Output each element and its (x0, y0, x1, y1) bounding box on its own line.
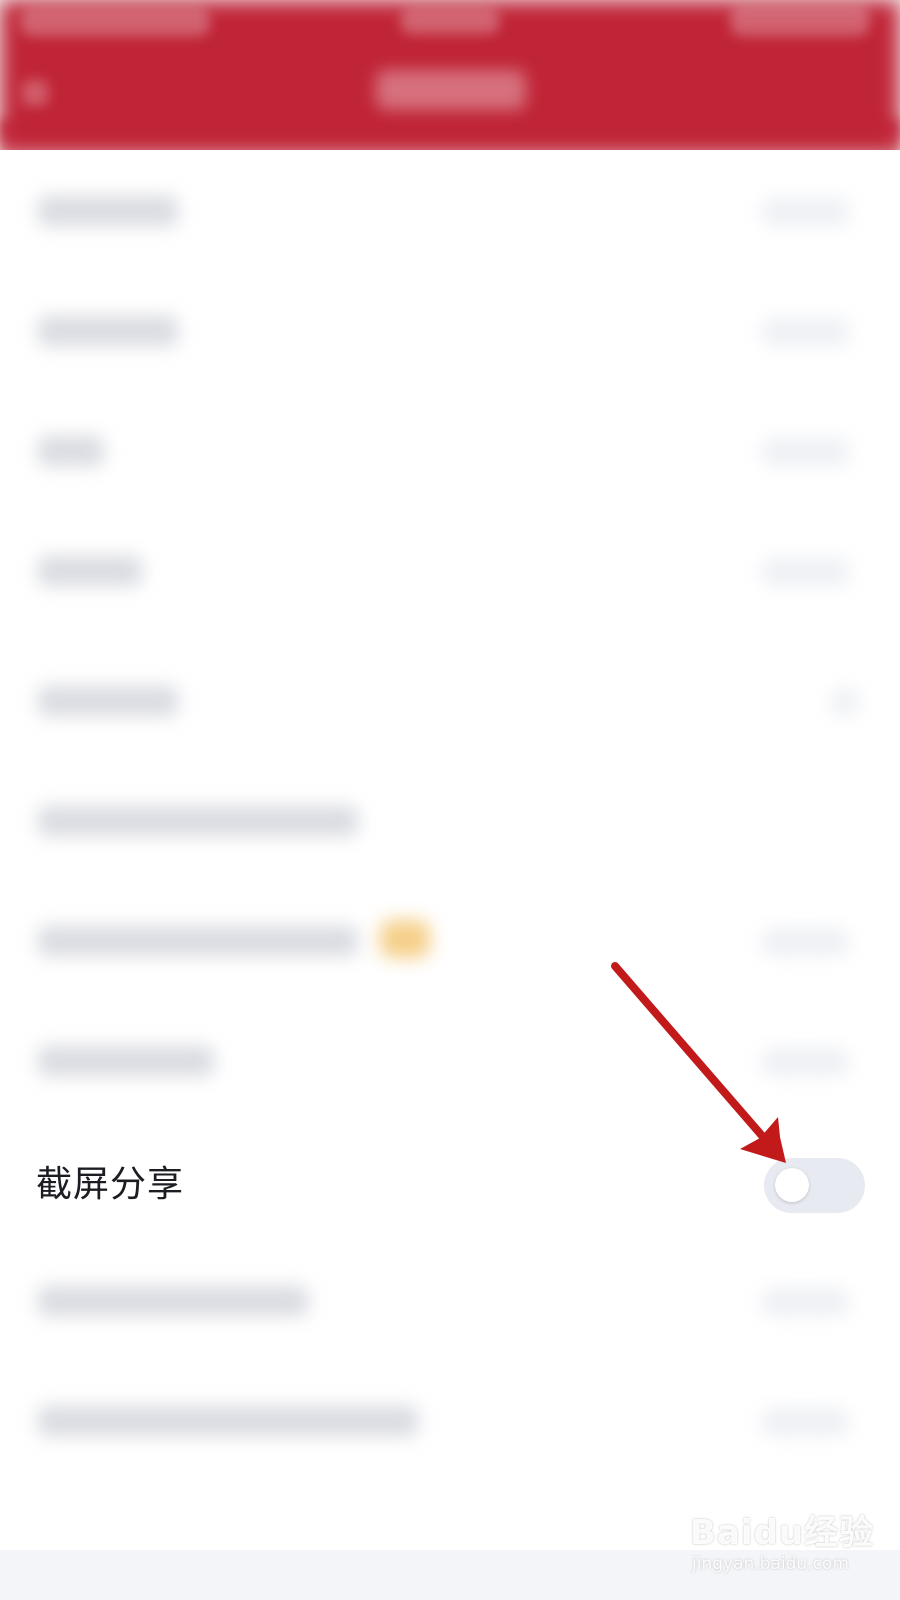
row-label-blurred (38, 556, 142, 586)
settings-row-blurred[interactable] (0, 1240, 900, 1360)
status-bar-blur-right (730, 6, 870, 36)
toggle-knob (775, 1168, 809, 1202)
row-label-blurred (38, 1286, 308, 1316)
screenshot-share-label: 截屏分享 (36, 1164, 185, 1205)
baidu-jingyan-watermark: Baidu经验 jingyan.baidu.com (690, 1505, 890, 1585)
watermark-url: jingyan.baidu.com (692, 1554, 849, 1574)
row-control-blurred (760, 1288, 850, 1316)
status-bar-blur-left (20, 8, 210, 36)
settings-row-blurred[interactable] (0, 760, 900, 880)
page-title-blurred (376, 70, 526, 110)
settings-row-blurred[interactable] (0, 640, 900, 760)
row-label-blurred (38, 436, 104, 466)
screenshot-share-toggle[interactable] (764, 1158, 865, 1213)
row-control-blurred (760, 1408, 850, 1436)
row-label-blurred (38, 806, 358, 836)
row-control-blurred (760, 438, 850, 466)
row-control-blurred (760, 1048, 850, 1076)
settings-row-blurred[interactable] (0, 880, 900, 1000)
settings-row-blurred[interactable] (0, 1000, 900, 1120)
row-control-blurred (760, 558, 850, 586)
row-label-blurred (38, 926, 358, 956)
settings-list (0, 150, 900, 1550)
row-label-blurred (38, 1046, 214, 1076)
row-label-blurred (38, 686, 178, 716)
badge-blurred (380, 920, 430, 958)
row-control-blurred (830, 688, 860, 716)
settings-row-blurred[interactable] (0, 390, 900, 510)
settings-row-blurred[interactable] (0, 510, 900, 630)
row-label-blurred (38, 316, 178, 346)
row-control-blurred (760, 198, 850, 226)
settings-row-blurred[interactable] (0, 1360, 900, 1480)
settings-row-blurred[interactable] (0, 150, 900, 270)
watermark-brand: Baidu经验 (690, 1513, 875, 1553)
settings-row-blurred[interactable] (0, 270, 900, 390)
row-control-blurred (760, 318, 850, 346)
row-control-blurred (760, 928, 850, 956)
status-bar-blur-center (400, 8, 500, 34)
row-label-blurred (38, 1406, 418, 1436)
back-button[interactable] (22, 80, 48, 106)
row-label-blurred (38, 196, 178, 226)
